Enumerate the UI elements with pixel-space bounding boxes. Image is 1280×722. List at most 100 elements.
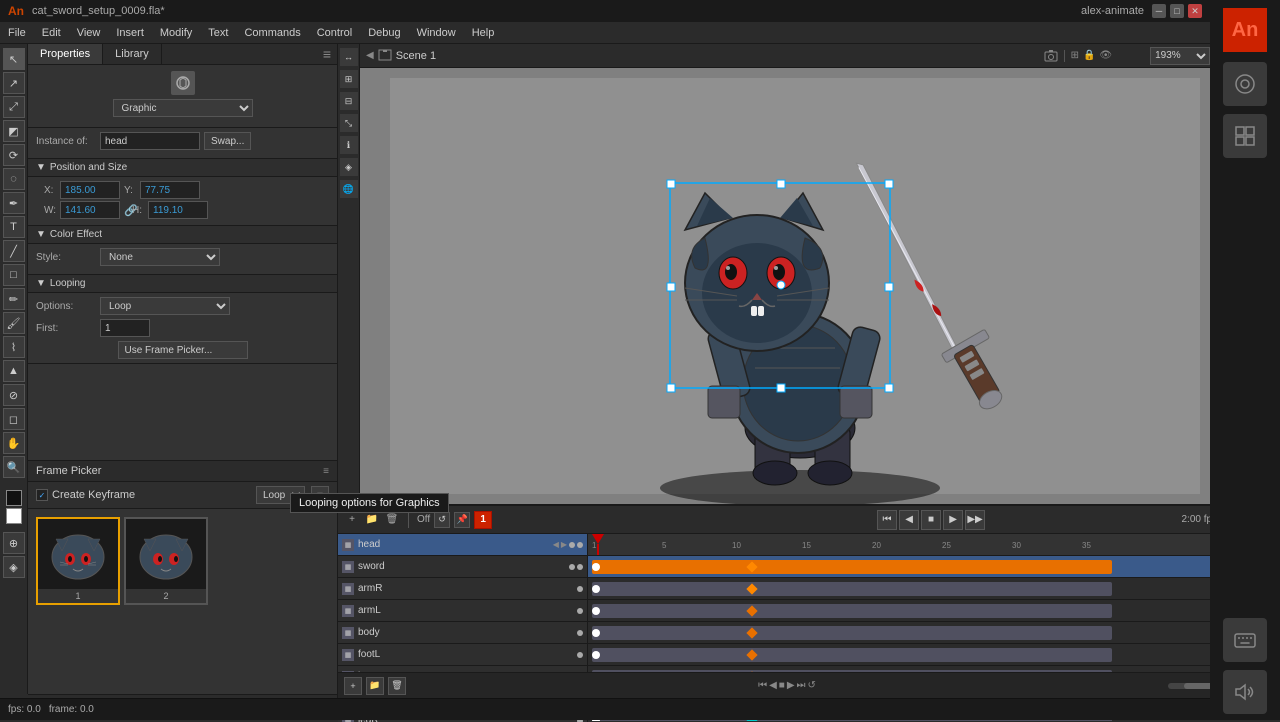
menu-window[interactable]: Window [409,22,464,43]
use-frame-picker-button[interactable]: Use Frame Picker... [118,341,248,359]
frame-thumb-1[interactable]: 1 [36,517,120,605]
layer-head[interactable]: ▦ head ◀ ▶ [338,534,587,556]
new-layer-icon[interactable]: + [344,512,360,528]
menu-modify[interactable]: Modify [152,22,200,43]
rewind-button[interactable]: ⏮ [877,510,897,530]
side-components-icon[interactable]: ◈ [340,158,358,176]
fp-dropdown-arrow[interactable]: ▼ [311,486,329,504]
menu-help[interactable]: Help [464,22,503,43]
sound-icon-btn[interactable] [1223,670,1267,714]
side-filters-icon[interactable]: 🌐 [340,180,358,198]
play-back-icon[interactable]: ◀ [553,540,559,549]
rp-icon-1[interactable] [1223,62,1267,106]
track-armR[interactable] [588,600,1280,622]
tool-pencil[interactable]: ✏ [3,288,25,310]
new-folder-icon[interactable]: 📁 [364,512,380,528]
track-armL[interactable] [588,622,1280,644]
play-fwd-icon[interactable]: ▶ [561,540,567,549]
frame-thumb-2[interactable]: 2 [124,517,208,605]
layer-sword[interactable]: ▦ sword [338,556,587,578]
tl-bottom-folder[interactable]: 📁 [366,677,384,695]
color-effect-header[interactable]: ▼ Color Effect [28,226,337,244]
layer-armL[interactable]: ▦ armL [338,600,587,622]
tool-text[interactable]: T [3,216,25,238]
rp-icon-2[interactable] [1223,114,1267,158]
track-sword[interactable] [588,578,1280,600]
symbol-type-select[interactable]: Graphic [113,99,253,117]
layer-footL[interactable]: ▦ footL [338,644,587,666]
bottom-play[interactable]: ▶ [787,680,795,691]
pin-icon[interactable]: 📌 [454,512,470,528]
loop-options-select[interactable]: Loop [100,297,230,315]
tool-brush[interactable]: 🖌 [3,312,25,334]
layer-armR[interactable]: ▦ armR [338,578,587,600]
menu-text[interactable]: Text [200,22,236,43]
track-body[interactable] [588,644,1280,666]
view-options-icon[interactable]: ⊞ [1071,50,1079,61]
tab-properties[interactable]: Properties [28,44,103,64]
fp-loop-select[interactable]: Loop [256,486,305,504]
menu-control[interactable]: Control [309,22,360,43]
side-align-icon[interactable]: ⊟ [340,92,358,110]
tool-pen[interactable]: ✒ [3,192,25,214]
tab-library[interactable]: Library [103,44,162,64]
tool-bone[interactable]: ⌇ [3,336,25,358]
menu-debug[interactable]: Debug [360,22,408,43]
menu-file[interactable]: File [0,22,34,43]
bottom-rewind[interactable]: ⏮ [758,680,767,691]
close-button[interactable]: ✕ [1188,4,1202,18]
eye-icon[interactable]: 👁 [1099,50,1112,61]
tool-line[interactable]: ╱ [3,240,25,262]
tool-snap[interactable]: ⊕ [3,532,25,554]
maximize-button[interactable]: □ [1170,4,1184,18]
menu-edit[interactable]: Edit [34,22,69,43]
bottom-step-back[interactable]: ◀ [769,680,777,691]
tool-gradient[interactable]: ◩ [3,120,25,142]
first-frame-input[interactable] [100,319,150,337]
tool-eraser[interactable]: ◻ [3,408,25,430]
swap-button[interactable]: Swap... [204,132,251,150]
panel-menu-icon[interactable]: ≡ [317,44,337,64]
instance-of-input[interactable] [100,132,200,150]
tool-subselect[interactable]: ↗ [3,72,25,94]
track-head[interactable] [588,556,1280,578]
menu-insert[interactable]: Insert [108,22,152,43]
play-button[interactable]: ▶ [943,510,963,530]
tl-bottom-delete[interactable]: 🗑 [388,677,406,695]
y-input[interactable] [140,181,200,199]
tool-select[interactable]: ↖ [3,48,25,70]
position-size-header[interactable]: ▼ Position and Size [28,159,337,177]
tool-asset[interactable]: ◈ [3,556,25,578]
h-input[interactable] [148,201,208,219]
side-info-icon[interactable]: ℹ [340,136,358,154]
layer-body[interactable]: ▦ body [338,622,587,644]
style-select[interactable]: None [100,248,220,266]
create-keyframe-checkbox[interactable]: ✓ [36,489,48,501]
scene-back-icon[interactable]: ◀ [366,50,374,61]
x-input[interactable] [60,181,120,199]
tool-rect[interactable]: □ [3,264,25,286]
bottom-loop[interactable]: ↺ [808,680,816,691]
tool-free-transform[interactable]: ⤢ [3,96,25,118]
tool-hand[interactable]: ✋ [3,432,25,454]
step-back-button[interactable]: ◀ [899,510,919,530]
loop-icon[interactable]: ↺ [434,512,450,528]
tool-paint-bucket[interactable]: ▲ [3,360,25,382]
side-arrow-icon[interactable]: ↔ [340,48,358,66]
camera-icon[interactable] [1044,49,1058,63]
w-input[interactable] [60,201,120,219]
fill-color-swatch[interactable] [6,508,22,524]
menu-view[interactable]: View [69,22,109,43]
lock-icon[interactable]: 🔒 [1083,50,1095,61]
delete-layer-icon[interactable]: 🗑 [384,512,400,528]
step-forward-button[interactable]: ▶▶ [965,510,985,530]
bottom-ff[interactable]: ⏭ [797,680,806,691]
tool-zoom[interactable]: 🔍 [3,456,25,478]
bottom-stop[interactable]: ■ [779,680,785,691]
menu-commands[interactable]: Commands [236,22,308,43]
keyboard-icon-btn[interactable] [1223,618,1267,662]
tool-eyedropper[interactable]: ⊘ [3,384,25,406]
stroke-color-swatch[interactable] [6,490,22,506]
minimize-button[interactable]: ─ [1152,4,1166,18]
tl-bottom-new-layer[interactable]: + [344,677,362,695]
